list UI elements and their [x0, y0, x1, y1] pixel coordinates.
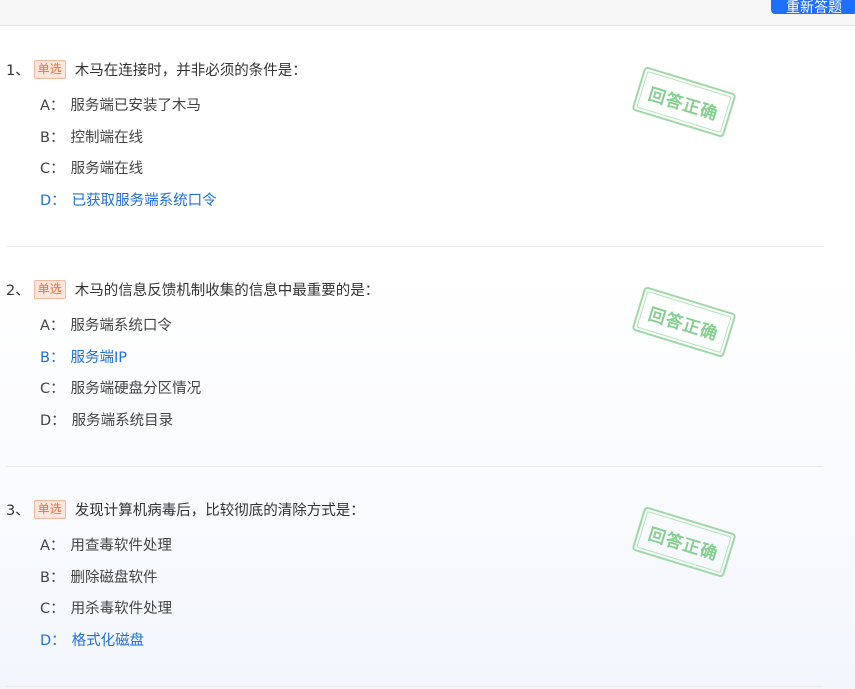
option-b[interactable]: B： 服务端IP: [40, 346, 201, 378]
option-text: 服务端IP: [70, 349, 127, 366]
option-text: 服务端系统口令: [70, 318, 172, 334]
question-card: 1、 单选 木马在连接时，并非必须的条件是： A： 服务端已安装了木马 B： 控制端…: [6, 26, 823, 247]
option-text: 已获取服务端系统口令: [71, 192, 217, 209]
option-letter: A：: [40, 98, 65, 114]
question-number: 1、: [6, 62, 30, 79]
option-text: 服务端系统目录: [71, 412, 174, 429]
option-d[interactable]: D： 格式化磁盘: [40, 629, 172, 661]
redo-answers-button[interactable]: 重新答题: [771, 0, 855, 14]
question-card: 2、 单选 木马的信息反馈机制收集的信息中最重要的是： A： 服务端系统口令 B：…: [6, 246, 823, 467]
option-letter: A：: [40, 318, 65, 334]
option-letter: B：: [40, 569, 65, 586]
option-b[interactable]: B： 删除磁盘软件: [40, 566, 172, 598]
option-text: 用查毒软件处理: [70, 538, 172, 554]
option-text: 格式化磁盘: [71, 632, 145, 649]
option-d[interactable]: D： 已获取服务端系统口令: [40, 189, 217, 221]
question-header: 2、 单选 木马的信息反馈机制收集的信息中最重要的是：: [6, 279, 379, 299]
option-letter: C：: [40, 381, 65, 397]
question-type-badge: 单选: [33, 59, 66, 79]
option-text: 控制端在线: [70, 129, 143, 146]
option-list: A： 用查毒软件处理 B： 删除磁盘软件 C： 用杀毒软件处理 D： 格式化磁盘: [40, 534, 172, 660]
option-a[interactable]: A： 用查毒软件处理: [40, 534, 172, 566]
option-text: 服务端已安装了木马: [70, 98, 201, 114]
option-c[interactable]: C： 服务端硬盘分区情况: [40, 377, 201, 409]
top-toolbar: 重新答题: [0, 0, 855, 26]
question-card: 3、 单选 发现计算机病毒后，比较彻底的清除方式是： A： 用查毒软件处理 B： 删…: [6, 466, 823, 687]
question-type-badge: 单选: [33, 279, 66, 299]
option-b[interactable]: B： 控制端在线: [40, 126, 217, 158]
question-text: 木马在连接时，并非必须的条件是：: [74, 62, 307, 79]
option-c[interactable]: C： 用杀毒软件处理: [40, 597, 172, 629]
option-letter: D：: [40, 192, 66, 209]
option-text: 删除磁盘软件: [70, 569, 158, 586]
option-list: A： 服务端已安装了木马 B： 控制端在线 C： 服务端在线 D： 已获取服务端系统口令: [40, 94, 217, 220]
question-text: 发现计算机病毒后，比较彻底的清除方式是：: [74, 502, 365, 519]
option-d[interactable]: D： 服务端系统目录: [40, 409, 201, 441]
option-letter: C：: [40, 161, 65, 177]
option-a[interactable]: A： 服务端系统口令: [40, 314, 201, 346]
option-text: 用杀毒软件处理: [70, 601, 173, 617]
option-text: 服务端硬盘分区情况: [70, 381, 202, 397]
question-number: 2、: [6, 282, 30, 299]
option-a[interactable]: A： 服务端已安装了木马: [40, 94, 217, 126]
question-header: 1、 单选 木马在连接时，并非必须的条件是：: [6, 59, 307, 79]
question-header: 3、 单选 发现计算机病毒后，比较彻底的清除方式是：: [6, 499, 365, 519]
question-type-badge: 单选: [33, 499, 66, 519]
option-letter: B：: [40, 349, 65, 366]
question-number: 3、: [6, 502, 30, 519]
option-letter: A：: [40, 538, 65, 554]
option-list: A： 服务端系统口令 B： 服务端IP C： 服务端硬盘分区情况 D： 服务端系统目录: [40, 314, 201, 440]
question-text: 木马的信息反馈机制收集的信息中最重要的是：: [74, 282, 380, 299]
option-text: 服务端在线: [70, 161, 144, 177]
option-letter: D：: [40, 412, 66, 429]
option-letter: C：: [40, 601, 65, 617]
option-c[interactable]: C： 服务端在线: [40, 157, 217, 189]
option-letter: B：: [40, 129, 65, 146]
option-letter: D：: [40, 632, 66, 649]
